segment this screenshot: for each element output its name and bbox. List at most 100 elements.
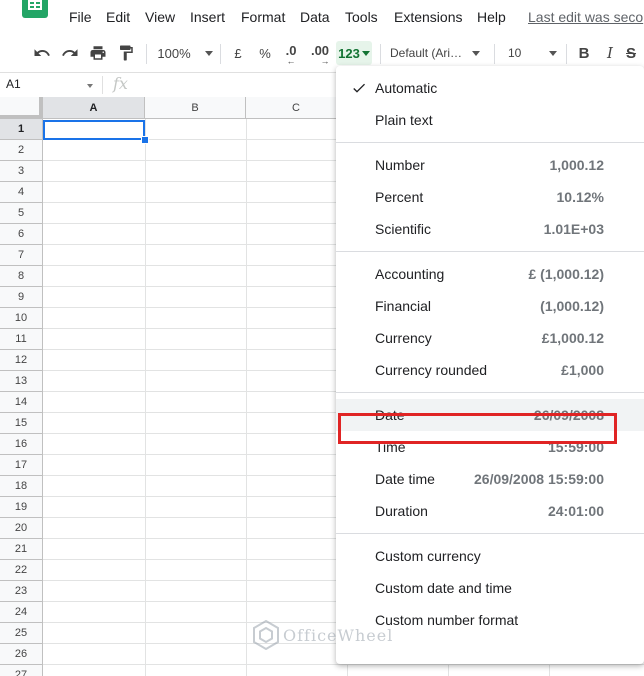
row-header-2[interactable]: 2 [0,140,43,161]
row-header-5[interactable]: 5 [0,203,43,224]
watermark-text: OfficeWheel [283,625,394,645]
row-header-16[interactable]: 16 [0,434,43,455]
arrow-right-icon: → [320,56,330,66]
menu-file[interactable]: File [69,9,92,25]
row-header-10[interactable]: 10 [0,308,43,329]
format-option-automatic[interactable]: Automatic [336,72,644,104]
format-option-example: £1,000.12 [541,330,604,346]
increase-decimal-button[interactable]: .00 → [307,38,333,68]
format-option-label: Date time [375,471,435,487]
toolbar-divider [146,44,147,64]
row-header-6[interactable]: 6 [0,224,43,245]
decrease-decimal-button[interactable]: .0 ← [280,38,302,68]
format-option-example: £ (1,000.12) [528,266,605,282]
format-option-percent[interactable]: Percent 10.12% [336,181,644,213]
column-header-a[interactable]: A [43,97,145,119]
menu-bar: File Edit View Insert Format Data Tools … [0,0,644,34]
undo-button[interactable] [30,38,54,68]
last-edit-link[interactable]: Last edit was seco [528,9,643,25]
zoom-select[interactable]: 100% [156,38,214,68]
number-format-menu: Automatic Plain text Number 1,000.12 Percent… [336,66,644,664]
chevron-down-icon [87,84,93,88]
row-header-13[interactable]: 13 [0,371,43,392]
paint-format-button[interactable] [114,38,138,68]
italic-button[interactable]: I [600,38,620,68]
row-header-17[interactable]: 17 [0,455,43,476]
redo-button[interactable] [58,38,82,68]
row-header-1[interactable]: 1 [0,119,43,140]
sheets-logo-icon[interactable] [22,0,48,18]
row-header-22[interactable]: 22 [0,560,43,581]
selected-cell-a1[interactable] [43,120,145,140]
column-gridline [145,119,146,676]
row-header-14[interactable]: 14 [0,392,43,413]
format-option-plain-text[interactable]: Plain text [336,104,644,136]
menu-divider [336,251,644,252]
chevron-down-icon [472,50,481,56]
column-header-c[interactable]: C [246,97,347,119]
format-option-example: 1,000.12 [549,157,605,173]
format-option-label: Custom currency [375,548,481,564]
format-option-currency[interactable]: Currency £1,000.12 [336,322,644,354]
menu-insert[interactable]: Insert [190,9,225,25]
format-option-example: 1.01E+03 [543,221,604,237]
format-option-currency-rounded[interactable]: Currency rounded £1,000 [336,354,644,386]
row-header-15[interactable]: 15 [0,413,43,434]
percent-format-button[interactable]: % [255,38,275,68]
format-option-custom-date-and-time[interactable]: Custom date and time [336,572,644,604]
print-button[interactable] [86,38,110,68]
select-all-corner[interactable] [0,97,43,119]
row-header-19[interactable]: 19 [0,497,43,518]
toolbar-divider [494,44,495,64]
menu-data[interactable]: Data [300,9,330,25]
row-header-25[interactable]: 25 [0,623,43,644]
format-option-date-time[interactable]: Date time 26/09/2008 15:59:00 [336,463,644,495]
row-header-9[interactable]: 9 [0,287,43,308]
font-size-select[interactable]: 10 [500,38,560,68]
currency-format-button[interactable]: £ [228,38,248,68]
format-option-label: Automatic [375,80,438,96]
row-header-12[interactable]: 12 [0,350,43,371]
name-box[interactable]: A1 [6,77,21,91]
row-header-7[interactable]: 7 [0,245,43,266]
row-header-8[interactable]: 8 [0,266,43,287]
more-formats-label: 123 [338,45,360,61]
row-header-24[interactable]: 24 [0,602,43,623]
zoom-value: 100% [157,45,191,61]
row-header-3[interactable]: 3 [0,161,43,182]
row-header-18[interactable]: 18 [0,476,43,497]
format-option-number[interactable]: Number 1,000.12 [336,149,644,181]
menu-tools[interactable]: Tools [345,9,378,25]
fill-handle[interactable] [141,136,149,144]
format-option-label: Scientific [375,221,432,237]
row-header-27[interactable]: 27 [0,665,43,676]
menu-help[interactable]: Help [477,9,506,25]
menu-edit[interactable]: Edit [106,9,130,25]
format-option-accounting[interactable]: Accounting £ (1,000.12) [336,258,644,290]
more-formats-button[interactable]: 123 [336,41,372,65]
row-header-23[interactable]: 23 [0,581,43,602]
row-header-26[interactable]: 26 [0,644,43,665]
format-option-duration[interactable]: Duration 24:01:00 [336,495,644,527]
font-family-select[interactable]: Default (Ari… [390,38,486,68]
row-header-20[interactable]: 20 [0,518,43,539]
toolbar-divider [380,44,381,64]
arrow-left-icon: ← [286,56,296,66]
strikethrough-icon: S [626,44,637,62]
format-option-scientific[interactable]: Scientific 1.01E+03 [336,213,644,245]
row-header-4[interactable]: 4 [0,182,43,203]
print-icon [90,46,106,60]
menu-format[interactable]: Format [241,9,285,25]
column-header-b[interactable]: B [145,97,246,119]
row-header-11[interactable]: 11 [0,329,43,350]
bold-button[interactable]: B [574,38,594,68]
font-size-value: 10 [508,46,522,60]
bold-icon: B [578,44,590,62]
strikethrough-button[interactable]: S [626,38,644,68]
menu-extensions[interactable]: Extensions [394,9,462,25]
format-option-financial[interactable]: Financial (1,000.12) [336,290,644,322]
menu-view[interactable]: View [145,9,175,25]
format-option-example: (1,000.12) [540,298,604,314]
row-header-21[interactable]: 21 [0,539,43,560]
format-option-custom-currency[interactable]: Custom currency [336,540,644,572]
